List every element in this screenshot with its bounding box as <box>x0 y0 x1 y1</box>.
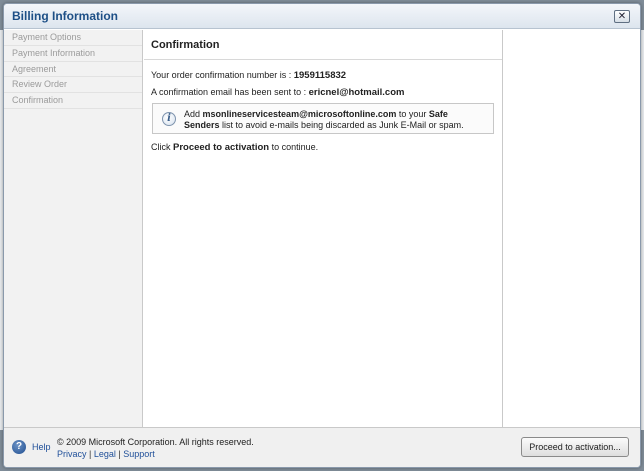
info-add-label: Add <box>184 109 203 119</box>
info-suffix: list to avoid e-mails being discarded as… <box>219 120 464 130</box>
instruction-line: Click Proceed to activation to continue. <box>144 142 318 153</box>
sidebar-item-review-order: Review Order <box>4 77 142 94</box>
sidebar-item-payment-information: Payment Information <box>4 46 142 62</box>
close-button[interactable]: ✕ <box>614 10 630 23</box>
instruction-prefix: Click <box>151 142 173 152</box>
footer-links: Privacy | Legal | Support <box>57 449 155 459</box>
instruction-action: Proceed to activation <box>173 142 270 153</box>
email-address: ericnel@hotmail.com <box>308 87 405 98</box>
help-link[interactable]: Help <box>32 442 51 452</box>
order-number-line: Your order confirmation number is : 1959… <box>144 70 346 81</box>
dialog-footer: ? Help © 2009 Microsoft Corporation. All… <box>4 427 640 467</box>
instruction-suffix: to continue. <box>269 142 319 152</box>
email-line: A confirmation email has been sent to : … <box>144 87 404 98</box>
legal-link[interactable]: Legal <box>94 449 116 459</box>
sender-address: msonlineservicesteam@microsoftonline.com <box>202 109 397 119</box>
info-icon: i <box>162 112 176 126</box>
info-to-your: to your <box>396 109 429 119</box>
sidebar-item-confirmation: Confirmation <box>4 93 142 109</box>
safe-senders-notice: i Add msonlineservicesteam@microsoftonli… <box>152 103 494 134</box>
email-label: A confirmation email has been sent to : <box>151 87 309 97</box>
sidebar-item-payment-options: Payment Options <box>4 30 142 46</box>
link-separator: | <box>86 449 94 459</box>
help-icon[interactable]: ? <box>12 440 26 454</box>
page-title: Confirmation <box>144 30 502 60</box>
order-number: 1959115832 <box>293 70 347 81</box>
support-link[interactable]: Support <box>123 449 155 459</box>
safe-senders-text: Add msonlineservicesteam@microsoftonline… <box>184 109 484 131</box>
steps-sidebar: Payment Options Payment Information Agre… <box>4 30 143 427</box>
dialog-titlebar: Billing Information ✕ <box>4 4 640 29</box>
proceed-to-activation-button[interactable]: Proceed to activation... <box>521 437 629 457</box>
dialog-title: Billing Information <box>12 9 118 23</box>
billing-dialog: Billing Information ✕ Payment Options Pa… <box>3 3 641 468</box>
close-icon: ✕ <box>617 11 627 22</box>
order-number-label: Your order confirmation number is : <box>151 70 294 80</box>
privacy-link[interactable]: Privacy <box>57 449 87 459</box>
right-panel <box>502 30 640 427</box>
copyright-text: © 2009 Microsoft Corporation. All rights… <box>57 437 254 447</box>
sidebar-item-agreement: Agreement <box>4 62 142 78</box>
confirmation-panel: Confirmation Your order confirmation num… <box>144 30 502 427</box>
